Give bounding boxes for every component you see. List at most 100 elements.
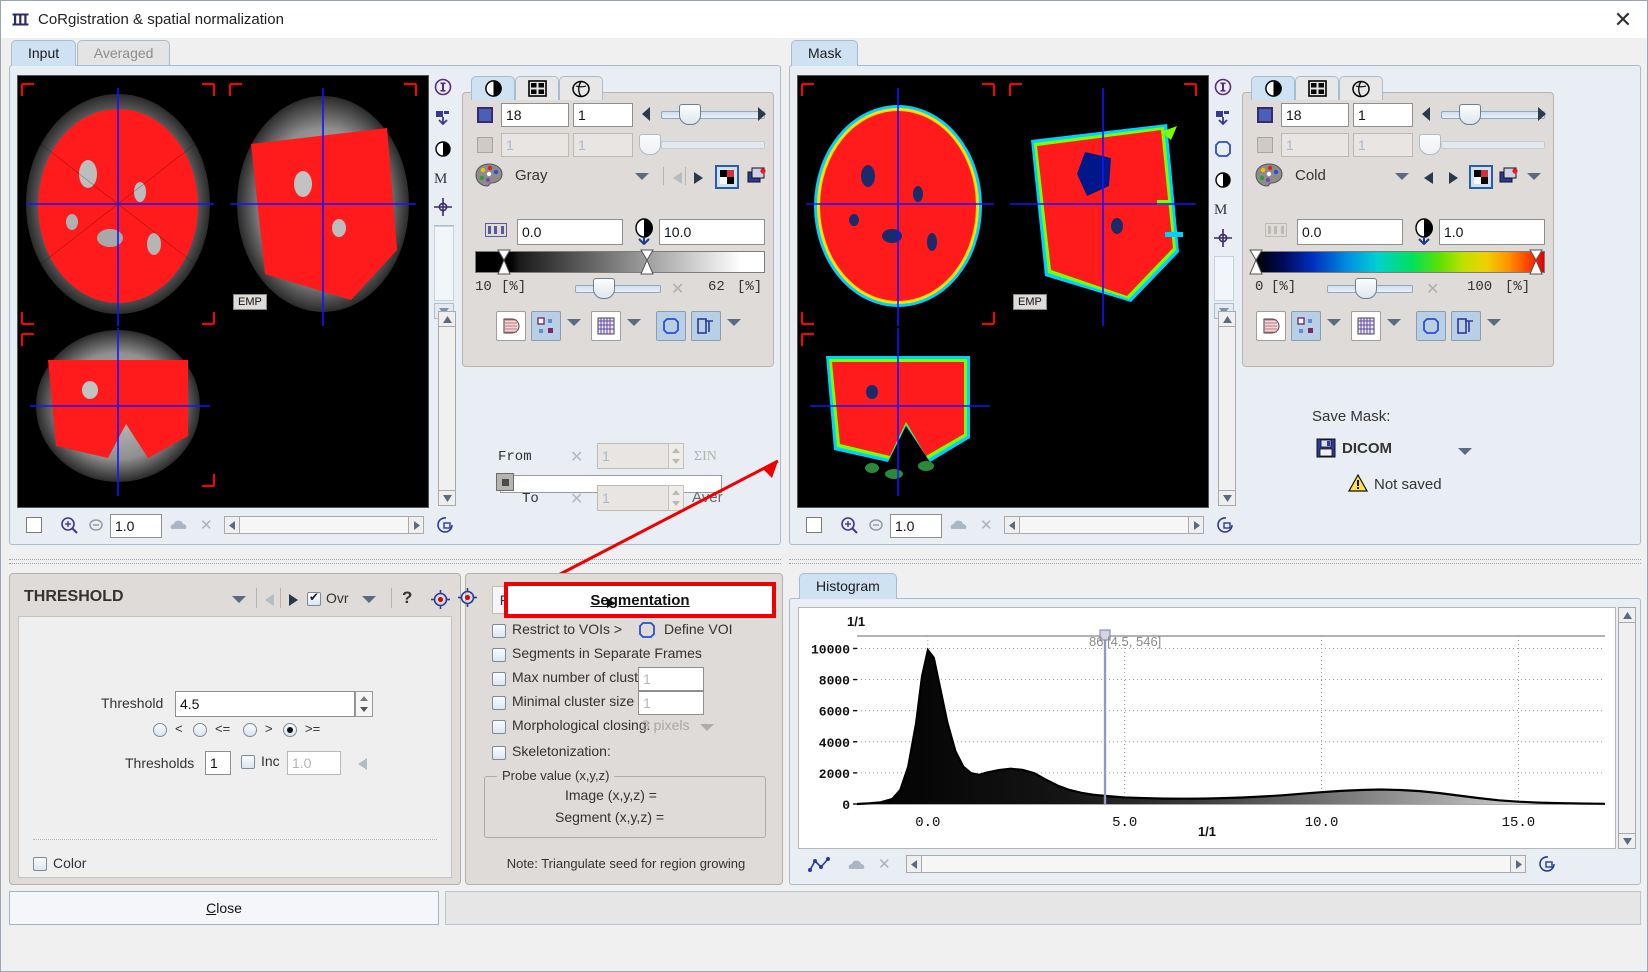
threshold-spinner[interactable]: [355, 691, 373, 717]
crosshair-icon[interactable]: [434, 198, 456, 219]
mask-slice-frame-input[interactable]: [1353, 103, 1413, 127]
inc-checkbox[interactable]: [241, 755, 255, 769]
slice-slider-track[interactable]: [661, 111, 765, 119]
to-spinner[interactable]: [668, 485, 684, 511]
segmentation-target-icon[interactable]: [458, 588, 477, 610]
inc-prev-button[interactable]: [355, 755, 369, 773]
define-voi-icon[interactable]: [638, 621, 656, 642]
mask-viewport-vscroll[interactable]: [1218, 311, 1236, 506]
window-max-input[interactable]: [659, 219, 765, 245]
segments-separate-frames-checkbox[interactable]: [492, 648, 506, 662]
operator-lt-radio[interactable]: [153, 723, 167, 737]
input-lut-bar[interactable]: [475, 251, 765, 273]
annotate-button[interactable]: [691, 311, 721, 341]
slice-index-input[interactable]: [501, 103, 569, 127]
operator-gt-radio[interactable]: [243, 723, 257, 737]
restrict-to-vois-checkbox[interactable]: [492, 624, 506, 638]
contrast-icon[interactable]: [434, 140, 456, 161]
m-icon[interactable]: M: [434, 171, 456, 188]
mask-slice-slider-track[interactable]: [1441, 111, 1545, 119]
zoom-in-icon[interactable]: [60, 516, 78, 537]
rail-scroll-track[interactable]: [1214, 256, 1234, 301]
target-icon[interactable]: [431, 590, 450, 612]
inc-value-input[interactable]: [287, 751, 341, 775]
zoom-cloud-icon[interactable]: [170, 519, 188, 534]
histogram-reset-icon[interactable]: ✕: [878, 855, 891, 873]
mask-layout-subtab[interactable]: [1295, 76, 1339, 100]
input-hscrollbar[interactable]: [224, 516, 424, 534]
mask-slice-next-button[interactable]: [1534, 105, 1548, 123]
mask-window-max-input[interactable]: [1439, 219, 1545, 245]
mask-slice2-slider-knob[interactable]: [1419, 134, 1441, 155]
mask-palette-icon[interactable]: [1255, 163, 1283, 190]
invert-lut-button[interactable]: [715, 165, 739, 189]
slice2-frame-input[interactable]: [573, 133, 633, 157]
mask-lut-low-handle[interactable]: [1249, 249, 1263, 278]
mask-lut-edit-button[interactable]: [1256, 311, 1286, 341]
min-cluster-size-input[interactable]: [638, 691, 704, 715]
max-clusters-input[interactable]: [638, 667, 704, 691]
to-input[interactable]: [597, 485, 669, 511]
info-icon[interactable]: [434, 78, 456, 99]
histogram-hscroll-right-arrow[interactable]: [1510, 855, 1526, 873]
mask-lut-nodes-dropdown-icon[interactable]: [1327, 319, 1341, 326]
mask-colortable-next-button[interactable]: [1446, 169, 1460, 187]
from-spinner[interactable]: [668, 443, 684, 469]
hscroll-left-arrow[interactable]: [224, 516, 240, 534]
mask-zoom-out-icon[interactable]: [868, 518, 884, 535]
threshold-next-button[interactable]: [286, 591, 300, 609]
hscroll-right-arrow[interactable]: [408, 516, 424, 534]
input-image-viewport[interactable]: EMP: [17, 75, 429, 508]
mask-slice-slider-knob[interactable]: [1459, 104, 1481, 125]
ovr-dropdown-icon[interactable]: [362, 596, 376, 603]
histogram-hscroll-left-arrow[interactable]: [906, 855, 922, 873]
lut-copy-icon[interactable]: [747, 167, 767, 188]
palette-icon[interactable]: [475, 163, 503, 190]
annotate-dropdown-icon[interactable]: [727, 319, 741, 326]
window-min-input[interactable]: [517, 219, 623, 245]
mask-hscrollbar[interactable]: [1004, 516, 1204, 534]
slice-prev-button[interactable]: [639, 105, 653, 123]
colortable-next-button[interactable]: [691, 169, 705, 187]
mask-slice2-frame-input[interactable]: [1353, 133, 1413, 157]
viewport-snapshot-icon[interactable]: [436, 516, 454, 537]
mask-colortable-prev-button[interactable]: [1421, 169, 1435, 187]
operator-le-radio[interactable]: [193, 723, 207, 737]
lut-high-handle[interactable]: [640, 249, 654, 278]
colortable-dropdown-icon[interactable]: [635, 173, 649, 180]
max-clusters-checkbox[interactable]: [492, 672, 506, 686]
mask-invert-lut-button[interactable]: [1469, 165, 1493, 189]
input-viewport-vscroll[interactable]: [438, 311, 456, 506]
lut-low-handle[interactable]: [497, 249, 511, 278]
info-icon[interactable]: [1214, 78, 1236, 99]
contrast-icon[interactable]: [1214, 171, 1236, 192]
threshold-value-input[interactable]: [175, 691, 355, 717]
operator-ge-radio[interactable]: [283, 723, 297, 737]
mask-slice-prev-button[interactable]: [1419, 105, 1433, 123]
lut-nodes-button[interactable]: [531, 311, 561, 341]
colortable-prev-button[interactable]: [670, 169, 684, 187]
mask-vscroll-up-arrow[interactable]: [1218, 311, 1236, 327]
define-voi-label[interactable]: Define VOI: [664, 621, 732, 637]
slice-frame-input[interactable]: [573, 103, 633, 127]
mask-hscroll-right-arrow[interactable]: [1188, 516, 1204, 534]
mask-lut-nodes-button[interactable]: [1291, 311, 1321, 341]
histogram-cloud-icon[interactable]: [848, 859, 866, 874]
mask-fit-checkbox[interactable]: [806, 517, 822, 533]
vscroll-up-arrow[interactable]: [438, 311, 456, 327]
save-format-dropdown-icon[interactable]: [1458, 448, 1472, 455]
fit-checkbox[interactable]: [26, 517, 42, 533]
mask-annotate-button[interactable]: [1451, 311, 1481, 341]
skeletonization-checkbox[interactable]: [492, 746, 506, 760]
from-input[interactable]: [597, 443, 669, 469]
thresholds-count-input[interactable]: [205, 751, 231, 775]
mask-lut-high-handle[interactable]: [1529, 249, 1543, 278]
slice2-slider-track[interactable]: [661, 141, 765, 149]
save-down-icon[interactable]: [1214, 109, 1236, 130]
grid-dropdown-icon[interactable]: [627, 319, 641, 326]
slice2-slider-knob[interactable]: [639, 134, 661, 155]
mask-annotate-dropdown-icon[interactable]: [1487, 319, 1501, 326]
tab-histogram[interactable]: Histogram: [799, 573, 897, 599]
mask-colortable-dropdown-icon[interactable]: [1395, 173, 1409, 180]
mask-zoom-cloud-icon[interactable]: [950, 519, 968, 534]
